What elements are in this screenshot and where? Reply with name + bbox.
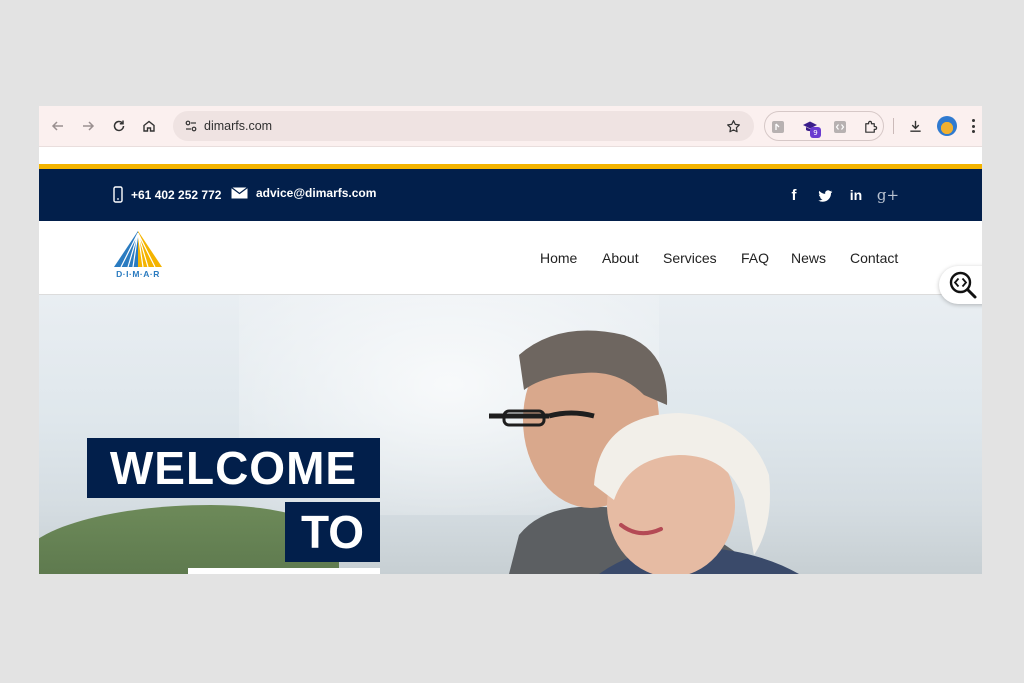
nav-contact[interactable]: Contact (850, 250, 898, 266)
hero-subheading-box (188, 568, 380, 574)
envelope-icon (231, 187, 248, 199)
email-contact[interactable]: advice@dimarfs.com (231, 186, 376, 200)
url-text: dimarfs.com (204, 119, 273, 133)
logo-triangle-icon (114, 231, 162, 268)
tune-icon (185, 120, 197, 132)
facebook-icon: f (791, 186, 797, 204)
nav-services[interactable]: Services (663, 250, 717, 266)
extensions-group: 9 (764, 111, 884, 141)
phone-number: +61 402 252 772 (131, 187, 222, 202)
logo-wordmark: D·I·M·A·R (116, 269, 160, 279)
twitter-link[interactable] (816, 187, 834, 205)
home-button[interactable] (137, 114, 161, 138)
site-topbar: +61 402 252 772 advice@dimarfs.com f in … (39, 169, 982, 221)
extensions-menu-button[interactable] (861, 118, 879, 136)
nav-about[interactable]: About (602, 250, 639, 266)
dimar-logo[interactable]: D·I·M·A·R (109, 229, 167, 281)
nav-faq[interactable]: FAQ (741, 250, 769, 266)
home-icon (143, 120, 155, 132)
google-plus-icon: g+ (876, 186, 900, 204)
forward-arrow-icon (83, 121, 95, 131)
hero-banner: WELCOME TO (39, 295, 982, 574)
extension-code-button[interactable] (831, 118, 849, 136)
translate-extension-icon (772, 121, 784, 133)
browser-menu-button[interactable] (970, 116, 976, 136)
extension-translate-button[interactable] (769, 118, 787, 136)
twitter-icon (817, 189, 832, 202)
back-arrow-icon (51, 121, 63, 131)
site-navbar: D·I·M·A·R Home About Services FAQ News C… (39, 221, 982, 295)
accessibility-zoom-button[interactable] (939, 266, 982, 304)
extension-badge: 9 (810, 127, 821, 138)
reload-button[interactable] (107, 114, 131, 138)
address-bar[interactable]: dimarfs.com (173, 111, 754, 141)
site-info-button[interactable] (179, 114, 203, 138)
star-icon (726, 119, 740, 132)
browser-toolbar: dimarfs.com 9 (39, 106, 982, 146)
hero-heading-line2: TO (285, 502, 380, 562)
puzzle-icon (864, 120, 877, 133)
bookmark-button[interactable] (722, 115, 744, 137)
toolbar-separator (39, 146, 982, 147)
hero-couple-image (489, 330, 799, 574)
facebook-link[interactable]: f (785, 186, 803, 204)
back-button[interactable] (46, 114, 70, 138)
mobile-phone-icon (113, 186, 123, 203)
email-address: advice@dimarfs.com (256, 186, 377, 200)
download-icon (909, 120, 921, 132)
linkedin-icon: in (849, 187, 863, 203)
hero-heading-line1: WELCOME (87, 438, 380, 498)
magnifier-code-icon (949, 271, 977, 299)
extension-graduation-button[interactable]: 9 (801, 118, 821, 138)
linkedin-link[interactable]: in (847, 186, 865, 204)
google-plus-link[interactable]: g+ (876, 186, 900, 204)
reload-icon (113, 120, 125, 132)
browser-window: dimarfs.com 9 +61 402 252 772 advice@dim… (39, 106, 982, 574)
phone-contact[interactable]: +61 402 252 772 (113, 186, 221, 203)
code-extension-icon (834, 121, 846, 133)
toolbar-divider (893, 118, 894, 134)
forward-button[interactable] (76, 114, 100, 138)
downloads-button[interactable] (903, 114, 927, 138)
profile-avatar[interactable] (937, 116, 957, 136)
nav-news[interactable]: News (791, 250, 826, 266)
nav-home[interactable]: Home (540, 250, 577, 266)
